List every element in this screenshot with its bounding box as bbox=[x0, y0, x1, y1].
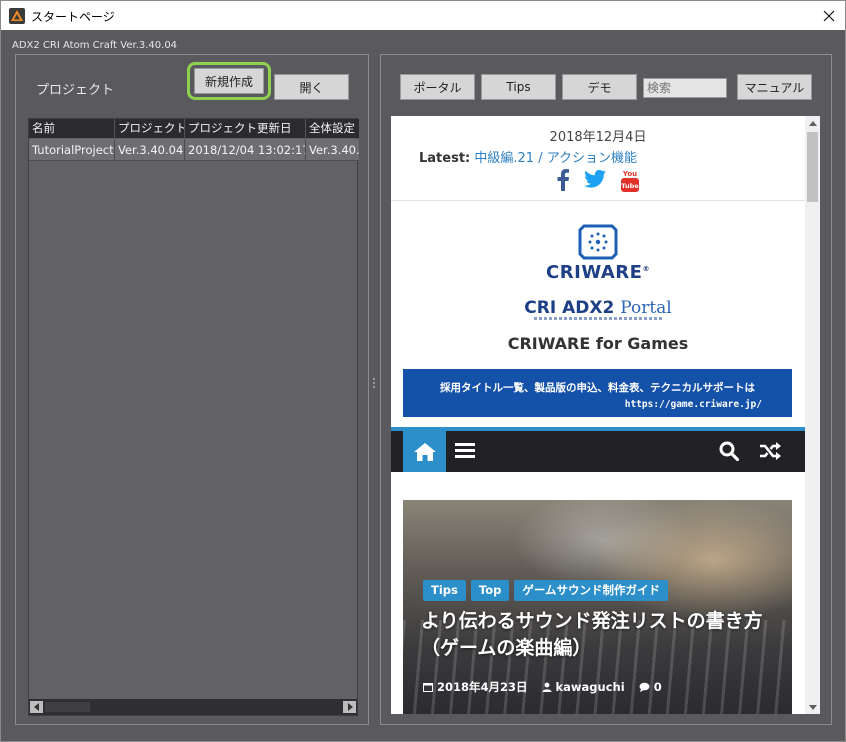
home-icon bbox=[413, 442, 436, 461]
project-panel: プロジェクト 新規作成 開く 名前 プロジェクト プロジェクト更新日 全体設定 … bbox=[15, 54, 369, 725]
cell-project-version: Ver.3.40.04 bbox=[115, 139, 185, 160]
cell-updated: 2018/12/04 13:02:17 bbox=[185, 139, 306, 160]
window-title: スタートページ bbox=[31, 10, 115, 24]
svg-text:Tube: Tube bbox=[621, 182, 639, 190]
close-button[interactable] bbox=[813, 1, 845, 31]
divider bbox=[391, 200, 805, 201]
vertical-scrollbar[interactable] bbox=[805, 116, 820, 714]
banner-url: https://game.criware.jp/ bbox=[624, 399, 762, 410]
demo-button[interactable]: デモ bbox=[562, 74, 637, 100]
svg-text:You: You bbox=[622, 170, 637, 178]
article-comments-count: 0 bbox=[653, 680, 662, 694]
support-banner[interactable]: 採用タイトル一覧、製品版の申込、料金表、テクニカルサポートは https://g… bbox=[403, 369, 792, 417]
article-title[interactable]: より伝わるサウンド発注リストの書き方（ゲームの楽曲編） bbox=[421, 608, 783, 662]
start-page: ADX2 CRI Atom Craft Ver.3.40.04 プロジェクト 新… bbox=[0, 30, 846, 742]
app-icon bbox=[9, 8, 25, 24]
calendar-icon bbox=[423, 683, 433, 692]
project-section-label: プロジェクト bbox=[36, 83, 115, 98]
horizontal-scrollbar[interactable] bbox=[29, 699, 357, 715]
open-project-button[interactable]: 開く bbox=[274, 74, 349, 100]
featured-article[interactable]: Tips Top ゲームサウンド制作ガイド より伝わるサウンド発注リストの書き方… bbox=[403, 500, 792, 714]
criware-logo-icon bbox=[578, 224, 618, 260]
tips-button[interactable]: Tips bbox=[481, 74, 556, 100]
column-header-global-settings[interactable]: 全体設定 bbox=[306, 119, 359, 138]
tag-sound-guide[interactable]: ゲームサウンド制作ガイド bbox=[514, 580, 668, 601]
twitter-icon[interactable] bbox=[584, 169, 606, 189]
article-date: 2018年4月23日 bbox=[423, 679, 528, 695]
latest-link[interactable]: 中級編.21 / アクション機能 bbox=[474, 151, 637, 166]
social-links: You Tube bbox=[391, 169, 805, 193]
article-author[interactable]: kawaguchi bbox=[542, 680, 625, 694]
horizontal-scroll-thumb[interactable] bbox=[45, 702, 90, 712]
article-date-text: 2018年4月23日 bbox=[437, 680, 528, 694]
cell-global-settings: Ver.3.40. bbox=[309, 143, 359, 157]
project-table: 名前 プロジェクト プロジェクト更新日 全体設定 TutorialProject… bbox=[28, 118, 359, 716]
latest-label: Latest: bbox=[419, 151, 471, 166]
latest-news: Latest: 中級編.21 / アクション機能 bbox=[419, 147, 637, 166]
shuffle-icon[interactable] bbox=[759, 441, 781, 461]
new-button-highlight: 新規作成 bbox=[187, 62, 271, 100]
splitter-handle[interactable] bbox=[373, 378, 376, 392]
article-comments[interactable]: 0 bbox=[639, 680, 662, 694]
article-tags: Tips Top ゲームサウンド制作ガイド bbox=[423, 580, 668, 601]
version-label: ADX2 CRI Atom Craft Ver.3.40.04 bbox=[12, 40, 178, 51]
vertical-scroll-thumb[interactable] bbox=[807, 132, 818, 202]
adx2-portal-logo: CRI ADX2 Portal bbox=[524, 298, 672, 318]
scroll-up-icon[interactable] bbox=[805, 116, 820, 130]
title-bar: スタートページ bbox=[0, 0, 846, 30]
facebook-icon[interactable] bbox=[556, 169, 570, 191]
search-input[interactable] bbox=[643, 78, 727, 98]
games-title: CRIWARE for Games bbox=[507, 334, 689, 353]
cell-name: TutorialProject bbox=[29, 139, 115, 160]
site-nav-bar bbox=[391, 427, 805, 472]
home-button[interactable] bbox=[403, 431, 446, 472]
page-date: 2018年12月4日 bbox=[549, 130, 647, 145]
comment-icon bbox=[639, 682, 650, 692]
scroll-right-icon[interactable] bbox=[343, 701, 356, 713]
column-header-name[interactable]: 名前 bbox=[29, 119, 115, 138]
search-icon[interactable] bbox=[719, 441, 739, 461]
portal-panel: ポータル Tips デモ マニュアル 2018年12月4日 Latest: 中級… bbox=[380, 54, 832, 725]
user-icon bbox=[542, 682, 552, 692]
close-icon bbox=[823, 10, 835, 22]
article-meta: 2018年4月23日 kawaguchi 0 bbox=[423, 679, 662, 695]
portal-button[interactable]: ポータル bbox=[400, 74, 475, 100]
banner-text: 採用タイトル一覧、製品版の申込、料金表、テクニカルサポートは bbox=[440, 382, 755, 394]
youtube-icon[interactable]: You Tube bbox=[620, 169, 640, 193]
article-author-text: kawaguchi bbox=[555, 680, 625, 694]
criware-logo-text: CRIWARE® bbox=[546, 262, 650, 283]
manual-button[interactable]: マニュアル bbox=[737, 74, 812, 100]
tag-tips[interactable]: Tips bbox=[423, 580, 466, 601]
column-header-project[interactable]: プロジェクト bbox=[115, 119, 185, 138]
table-row[interactable]: TutorialProject Ver.3.40.04 2018/12/04 1… bbox=[29, 139, 359, 161]
table-header: 名前 プロジェクト プロジェクト更新日 全体設定 bbox=[29, 119, 359, 138]
web-view[interactable]: 2018年12月4日 Latest: 中級編.21 / アクション機能 You T… bbox=[391, 116, 820, 714]
menu-icon[interactable] bbox=[455, 441, 475, 459]
scroll-down-icon[interactable] bbox=[805, 700, 820, 714]
new-project-button[interactable]: 新規作成 bbox=[194, 68, 264, 94]
portal-logo-underline bbox=[534, 317, 664, 320]
scroll-left-icon[interactable] bbox=[30, 701, 43, 713]
tag-top[interactable]: Top bbox=[470, 580, 510, 601]
column-header-updated[interactable]: プロジェクト更新日 bbox=[185, 119, 306, 138]
